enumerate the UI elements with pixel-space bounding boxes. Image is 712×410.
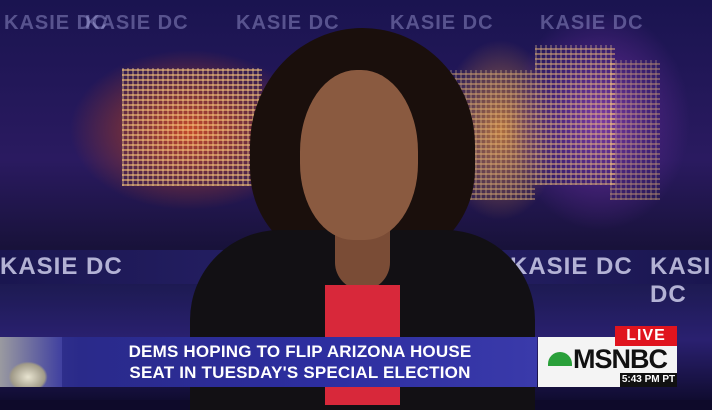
face xyxy=(300,70,418,240)
capitol-dome-image xyxy=(0,337,62,387)
headline-line-1: DEMS HOPING TO FLIP ARIZONA HOUSE xyxy=(128,342,472,361)
network-name: MSNBC xyxy=(573,344,668,374)
headline: DEMS HOPING TO FLIP ARIZONA HOUSE SEAT I… xyxy=(70,341,530,383)
building xyxy=(535,45,615,185)
headline-line-2: SEAT IN TUESDAY'S SPECIAL ELECTION xyxy=(129,363,471,382)
building xyxy=(610,60,660,200)
watermark: KASIE DC xyxy=(0,253,123,280)
live-badge: LIVE xyxy=(615,326,677,346)
watermark: KASIE DC xyxy=(510,253,633,280)
time-display: 5:43 PM PT xyxy=(620,373,677,387)
watermark: KASIE DC xyxy=(650,253,712,308)
watermark: KASIE DC xyxy=(390,12,494,34)
watermark: KASIE DC xyxy=(236,12,340,34)
building xyxy=(122,68,262,186)
watermark: KASIE DC xyxy=(85,12,189,34)
watermark: KASIE DC xyxy=(540,12,644,34)
